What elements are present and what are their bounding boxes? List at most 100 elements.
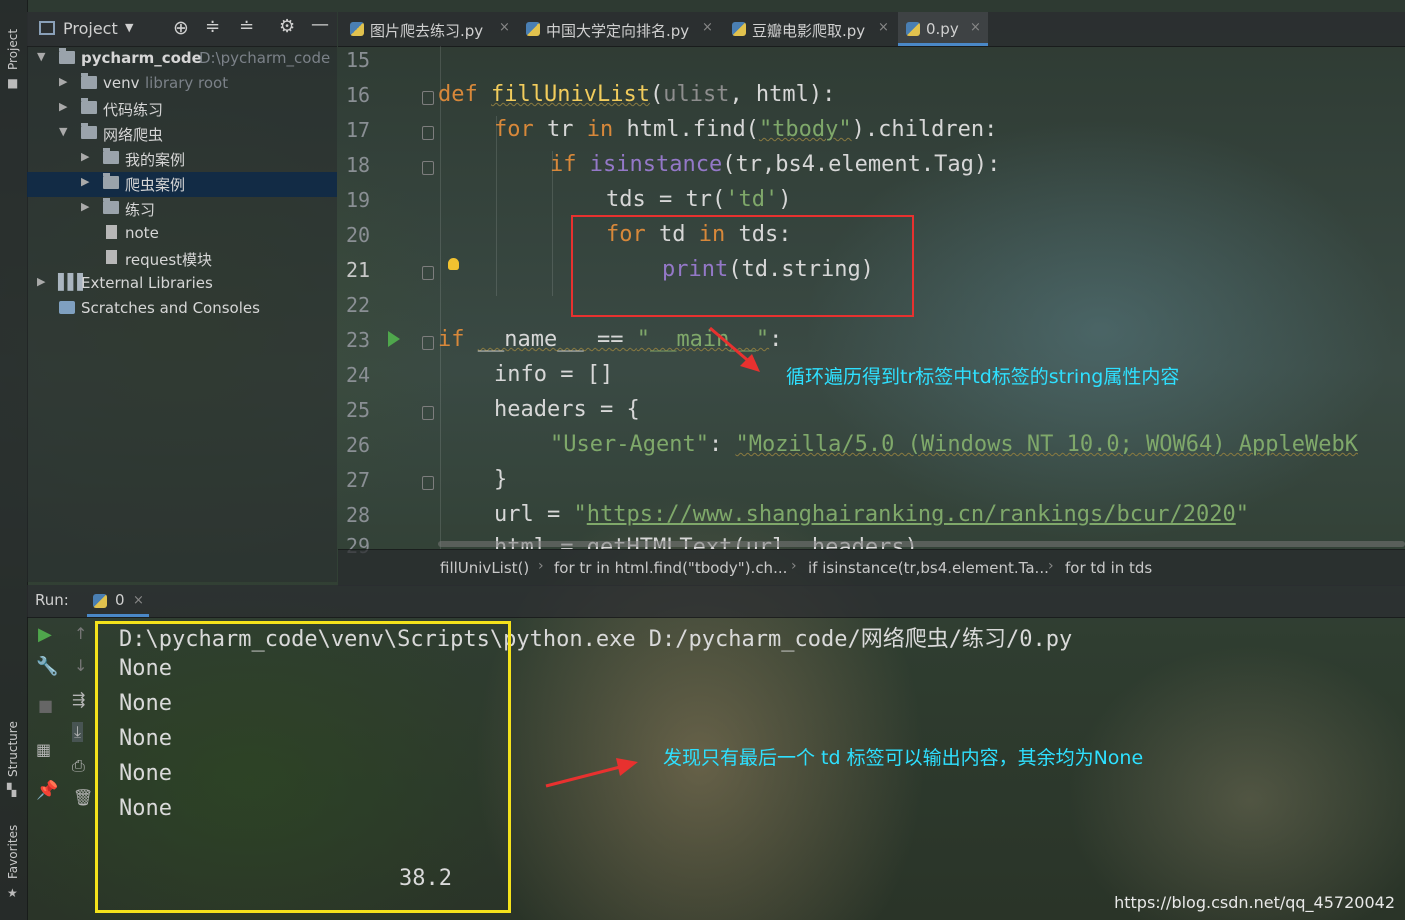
- stop-icon[interactable]: ■: [38, 696, 53, 715]
- close-icon[interactable]: ×: [133, 593, 144, 608]
- tree-item-my-cases[interactable]: ▶ 我的案例: [27, 147, 337, 172]
- run-gutter-icon[interactable]: [388, 331, 400, 347]
- arrow-up-icon[interactable]: ↑: [74, 624, 87, 643]
- run-tab-0[interactable]: 0: [115, 591, 125, 609]
- python-file-icon: [350, 22, 364, 36]
- arrow-down-icon[interactable]: ↓: [74, 656, 87, 675]
- tree-item-practice[interactable]: ▶ 练习: [27, 197, 337, 222]
- soft-wrap-icon[interactable]: ⇶: [72, 690, 85, 709]
- tree-item-hint: D:\pycharm_code: [199, 49, 331, 67]
- left-tool-strip: Project ■ Structure ▚ Favorites ★: [0, 0, 28, 920]
- tab-0-py[interactable]: 0.py ×: [898, 12, 988, 46]
- expand-all-icon[interactable]: ≑: [205, 16, 220, 37]
- gear-icon[interactable]: ⚙: [279, 16, 295, 37]
- tree-item-label: External Libraries: [81, 274, 213, 292]
- chevron-down-icon[interactable]: ▼: [125, 21, 133, 34]
- scratches-icon: [59, 301, 75, 314]
- tab-label: 豆瓣电影爬取.py: [752, 22, 866, 40]
- tree-item-request-module[interactable]: request模块: [27, 247, 337, 272]
- scroll-to-end-icon[interactable]: ⤓: [72, 722, 84, 742]
- python-file-icon: [906, 22, 920, 36]
- tree-item-venv[interactable]: ▶ venv library root: [27, 72, 337, 97]
- line-number: 18: [346, 153, 371, 177]
- chevron-right-icon[interactable]: ▶: [81, 175, 89, 188]
- code-line-16: def fillUnivList(ulist, html):: [438, 82, 836, 107]
- close-icon[interactable]: ×: [878, 20, 889, 35]
- tree-item-label: note: [125, 224, 159, 242]
- chevron-right-icon[interactable]: ▶: [81, 150, 89, 163]
- editor-horizontal-scrollbar[interactable]: [438, 541, 1405, 547]
- breadcrumb-item[interactable]: for tr in html.find("tbody").ch...: [554, 559, 787, 577]
- chevron-right-icon[interactable]: ▶: [59, 100, 67, 113]
- code-line-18: if isinstance(tr,bs4.element.Tag):: [550, 152, 1001, 177]
- breadcrumb: fillUnivList() › for tr in html.find("tb…: [338, 549, 1405, 586]
- breadcrumb-item[interactable]: if isinstance(tr,bs4.element.Ta...: [808, 559, 1049, 577]
- fold-marker-icon[interactable]: [422, 266, 434, 280]
- print-icon[interactable]: ⎙: [72, 756, 85, 776]
- annotation-note-1: 循环遍历得到tr标签中td标签的string属性内容: [786, 366, 1180, 388]
- project-view-selector[interactable]: Project: [63, 19, 118, 38]
- url-link[interactable]: https://www.shanghairanking.cn/rankings/…: [587, 502, 1236, 527]
- editor-tab-bar: 图片爬去练习.py × 中国大学定向排名.py × 豆瓣电影爬取.py × 0.…: [338, 12, 1405, 47]
- close-icon[interactable]: ×: [970, 20, 981, 35]
- breadcrumb-item[interactable]: for td in tds: [1065, 559, 1152, 577]
- close-icon[interactable]: ×: [499, 20, 510, 35]
- collapse-all-icon[interactable]: ≐: [239, 16, 254, 37]
- folder-icon: [81, 73, 97, 89]
- tree-item-label: 代码练习: [103, 101, 164, 119]
- hide-icon[interactable]: —: [311, 14, 329, 35]
- chevron-down-icon[interactable]: ▼: [37, 50, 45, 63]
- code-line-27: }: [494, 467, 508, 492]
- tab-university-ranking[interactable]: 中国大学定向排名.py ×: [518, 12, 716, 46]
- file-icon: [106, 225, 117, 239]
- tree-item-web-crawler[interactable]: ▼ 网络爬虫: [27, 122, 337, 147]
- tab-picture-crawl[interactable]: 图片爬去练习.py ×: [342, 12, 514, 46]
- highlight-box-red: [571, 215, 914, 317]
- line-number: 25: [346, 398, 371, 422]
- line-number: 17: [346, 118, 371, 142]
- tab-label: 图片爬去练习.py: [370, 22, 484, 40]
- layout-icon[interactable]: ▦: [36, 740, 51, 759]
- project-tool-tab[interactable]: Project ■: [2, 10, 24, 90]
- locate-icon[interactable]: ⊕: [173, 17, 189, 39]
- chevron-right-icon[interactable]: ▶: [81, 200, 89, 213]
- trash-icon[interactable]: 🗑: [73, 788, 93, 807]
- chevron-down-icon[interactable]: ▼: [59, 125, 67, 138]
- rerun-icon[interactable]: ▶: [38, 624, 52, 645]
- pin-icon[interactable]: 📌: [36, 780, 58, 801]
- favorites-tool-tab[interactable]: Favorites ★: [2, 822, 24, 912]
- line-number: 19: [346, 188, 371, 212]
- editor-gutter: 15 16 17 18 19 20 21 22 23 24 25 26 27 2…: [338, 46, 459, 558]
- fold-marker-icon[interactable]: [422, 91, 434, 105]
- chevron-right-icon[interactable]: ▶: [59, 75, 67, 88]
- project-tool-tab-label: Project: [6, 28, 20, 70]
- fold-marker-icon[interactable]: [422, 406, 434, 420]
- project-view-icon: [39, 21, 55, 35]
- folder-icon: ■: [7, 76, 19, 90]
- folder-icon: [103, 148, 119, 164]
- wrench-icon[interactable]: 🔧: [36, 656, 58, 677]
- tree-item-scratches[interactable]: Scratches and Consoles: [27, 297, 337, 322]
- tree-item-external-libraries[interactable]: ▶ ▌▌▌ External Libraries: [27, 272, 337, 297]
- python-file-icon: [93, 594, 107, 608]
- run-label: Run:: [35, 591, 69, 609]
- tab-douban-movies[interactable]: 豆瓣电影爬取.py ×: [724, 12, 894, 46]
- tree-item-pycharm-code[interactable]: ▼ pycharm_code D:\pycharm_code: [27, 47, 337, 72]
- tree-item-crawler-cases[interactable]: ▶ 爬虫案例: [27, 172, 337, 197]
- breadcrumb-item[interactable]: fillUnivList(): [440, 559, 529, 577]
- tree-item-label: 我的案例: [125, 151, 186, 169]
- fold-marker-icon[interactable]: [422, 126, 434, 140]
- tree-item-note[interactable]: note: [27, 222, 337, 247]
- structure-tool-tab[interactable]: Structure ▚: [2, 715, 24, 805]
- fold-marker-icon[interactable]: [422, 336, 434, 350]
- close-icon[interactable]: ×: [702, 20, 713, 35]
- tab-label: 中国大学定向排名.py: [546, 22, 690, 40]
- folder-icon: [103, 173, 119, 189]
- fold-marker-icon[interactable]: [422, 161, 434, 175]
- fold-marker-icon[interactable]: [422, 476, 434, 490]
- highlight-box-yellow: [95, 621, 511, 913]
- chevron-right-icon[interactable]: ▶: [37, 275, 45, 288]
- chevron-right-icon: ›: [538, 558, 544, 574]
- tree-item-code-practice[interactable]: ▶ 代码练习: [27, 97, 337, 122]
- folder-icon: [103, 198, 119, 214]
